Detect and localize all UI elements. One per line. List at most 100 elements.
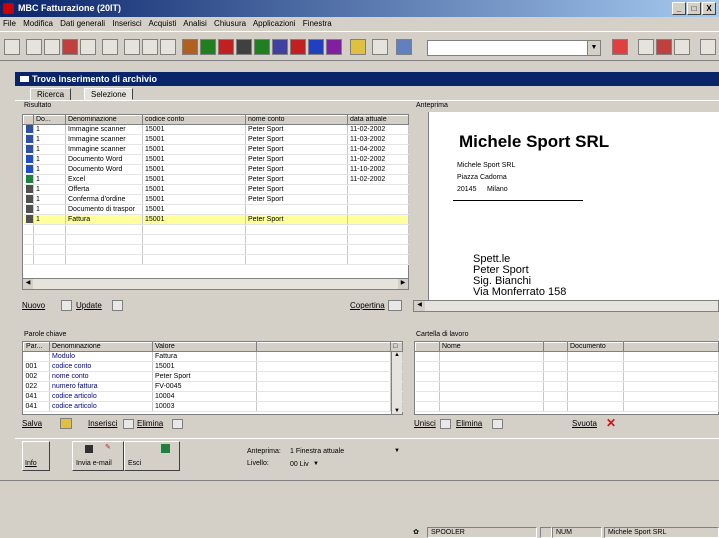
insert-icon[interactable] (123, 419, 134, 429)
col-nome[interactable]: Nome (439, 342, 544, 352)
toolbar-icon-12[interactable] (218, 39, 234, 55)
toolbar-icon-5[interactable] (80, 39, 96, 55)
empty-button[interactable]: Svuota (572, 418, 597, 430)
merge-icon[interactable] (440, 419, 451, 429)
search-icon[interactable] (372, 39, 388, 55)
minimize-button[interactable]: _ (672, 2, 686, 15)
menu-acquisti[interactable]: Acquisti (148, 19, 176, 28)
toolbar-icon-10[interactable] (182, 39, 198, 55)
table-row[interactable]: 1 Conferma d'ordine 15001 Peter Sport (23, 194, 409, 205)
table-row[interactable]: 1 Excel 15001 Peter Sport 11-02-2002 (23, 174, 409, 185)
toolbar-icon-16[interactable] (290, 39, 306, 55)
table-row[interactable]: 1 Documento Word 15001 Peter Sport 11-10-200… (23, 164, 409, 175)
table-row[interactable]: Modulo Fattura (23, 351, 403, 362)
table-row[interactable]: 1 Documento Word 15001 Peter Sport 11-02-200… (23, 154, 409, 165)
menu-finestra[interactable]: Finestra (303, 19, 332, 28)
chevron-down-icon[interactable]: ▼ (312, 459, 320, 470)
info-button[interactable]: Info (22, 441, 50, 471)
toolbar-icon-13[interactable] (236, 39, 252, 55)
col-valore[interactable]: Valore (152, 342, 257, 352)
col-par[interactable]: Par... (23, 342, 50, 352)
maximize-button[interactable]: □ (687, 2, 701, 15)
toolbar-icon-4[interactable] (62, 39, 78, 55)
menu-modifica[interactable]: Modifica (23, 19, 53, 28)
menu-applicazioni[interactable]: Applicazioni (253, 19, 296, 28)
toolbar-icon-22[interactable] (612, 39, 628, 55)
table-row[interactable]: 022 numero fattura FV-0045 (23, 381, 403, 392)
globe-icon[interactable] (396, 39, 412, 55)
scroll-left-icon[interactable]: ◀ (414, 301, 425, 311)
send-email-button[interactable]: ✎ Invia e-mail (72, 441, 124, 471)
results-hscrollbar[interactable]: ◀ ▶ (23, 278, 408, 289)
col-icon[interactable] (23, 115, 34, 125)
preview-hscrollbar[interactable]: ◀ (413, 300, 719, 312)
level-select[interactable]: 00 Liv ▼ (288, 459, 320, 471)
col-data-attuale[interactable]: data attuale (347, 115, 409, 125)
keywords-vscrollbar[interactable]: ▲ ▼ (391, 352, 402, 414)
toolbar-icon-24[interactable] (656, 39, 672, 55)
close-icon[interactable]: ✕ (606, 416, 616, 430)
tab-selezione[interactable]: Selezione (84, 88, 134, 100)
merge-button[interactable]: Unisci (414, 418, 436, 430)
scroll-up-icon[interactable]: ▲ (392, 352, 402, 358)
copy-icon[interactable] (142, 39, 158, 55)
cover-button[interactable]: Copertina (350, 300, 385, 312)
menu-chiusura[interactable]: Chiusura (214, 19, 246, 28)
table-row[interactable]: 041 codice articolo 10003 (23, 401, 403, 412)
print-icon[interactable] (4, 39, 20, 55)
save-button[interactable]: Salva (22, 418, 42, 430)
col-do[interactable]: Do... (33, 115, 66, 125)
new-checkbox[interactable] (61, 300, 72, 311)
menu-inserisci[interactable]: Inserisci (112, 19, 141, 28)
cover-icon[interactable] (388, 300, 402, 311)
col-nome-conto[interactable]: nome conto (245, 115, 348, 125)
new-button[interactable]: Nuovo (22, 300, 45, 312)
table-row-selected[interactable]: 1 Fattura 15001 Peter Sport (23, 214, 409, 225)
workfolder-grid[interactable]: Nome Documento (414, 341, 719, 415)
toolbar-icon-23[interactable] (638, 39, 654, 55)
col-denominazione[interactable]: Denominazione (49, 342, 153, 352)
delete-workfolder-button[interactable]: Elimina (456, 418, 482, 430)
toolbar-icon-18[interactable] (326, 39, 342, 55)
close-button[interactable]: X (702, 2, 716, 15)
update-button[interactable]: Update (76, 300, 102, 312)
toolbar-icon-15[interactable] (272, 39, 288, 55)
toolbar-icon-14[interactable] (254, 39, 270, 55)
table-row[interactable]: 1 Documento di traspor 15001 (23, 204, 409, 215)
table-row[interactable]: 1 Immagine scanner 15001 Peter Sport 11-04-2… (23, 144, 409, 155)
scroll-down-icon[interactable]: ▼ (392, 408, 402, 414)
toolbar-icon-2[interactable] (26, 39, 42, 55)
toolbar-icon-11[interactable] (200, 39, 216, 55)
save-icon[interactable] (60, 418, 72, 429)
tab-ricerca[interactable]: Ricerca (30, 88, 72, 100)
results-grid[interactable]: Do... Denominazione codice conto nome co… (22, 114, 409, 290)
col-denominazione[interactable]: Denominazione (65, 115, 143, 125)
delete-icon[interactable] (172, 419, 183, 429)
toolbar-icon-17[interactable] (308, 39, 324, 55)
update-icon[interactable] (112, 300, 123, 311)
insert-button[interactable]: Inserisci (88, 418, 117, 430)
menu-dati-generali[interactable]: Dati generali (60, 19, 105, 28)
exit-button[interactable]: Esci (124, 441, 180, 471)
toolbar-icon-6[interactable] (102, 39, 118, 55)
toolbar-combo[interactable]: ▼ (427, 40, 601, 56)
scroll-right-icon[interactable]: ▶ (398, 279, 408, 289)
toolbar-icon-3[interactable] (44, 39, 60, 55)
table-row[interactable]: 041 codice articolo 10004 (23, 391, 403, 402)
keywords-grid[interactable]: Par... Denominazione Valore □ Modulo Fatt… (22, 341, 403, 415)
toolbar-icon-26[interactable] (700, 39, 716, 55)
chevron-down-icon[interactable]: ▼ (587, 41, 600, 55)
preview-option-select[interactable]: 1 Finestra attuale ▼ (288, 446, 402, 458)
delete-icon[interactable] (492, 419, 503, 429)
table-row[interactable]: 1 Immagine scanner 15001 Peter Sport 11-02-2… (23, 124, 409, 135)
delete-keyword-button[interactable]: Elimina (137, 418, 163, 430)
table-row[interactable]: 002 nome conto Peter Sport (23, 371, 403, 382)
folder-icon[interactable] (350, 39, 366, 55)
table-row[interactable]: 001 codice conto 15001 (23, 361, 403, 372)
menu-file[interactable]: File (3, 19, 16, 28)
table-row[interactable]: 1 Immagine scanner 15001 Peter Sport 11-03-2… (23, 134, 409, 145)
paste-icon[interactable] (160, 39, 176, 55)
help-icon[interactable] (674, 39, 690, 55)
col-documento[interactable]: Documento (567, 342, 624, 352)
menu-analisi[interactable]: Analisi (183, 19, 207, 28)
